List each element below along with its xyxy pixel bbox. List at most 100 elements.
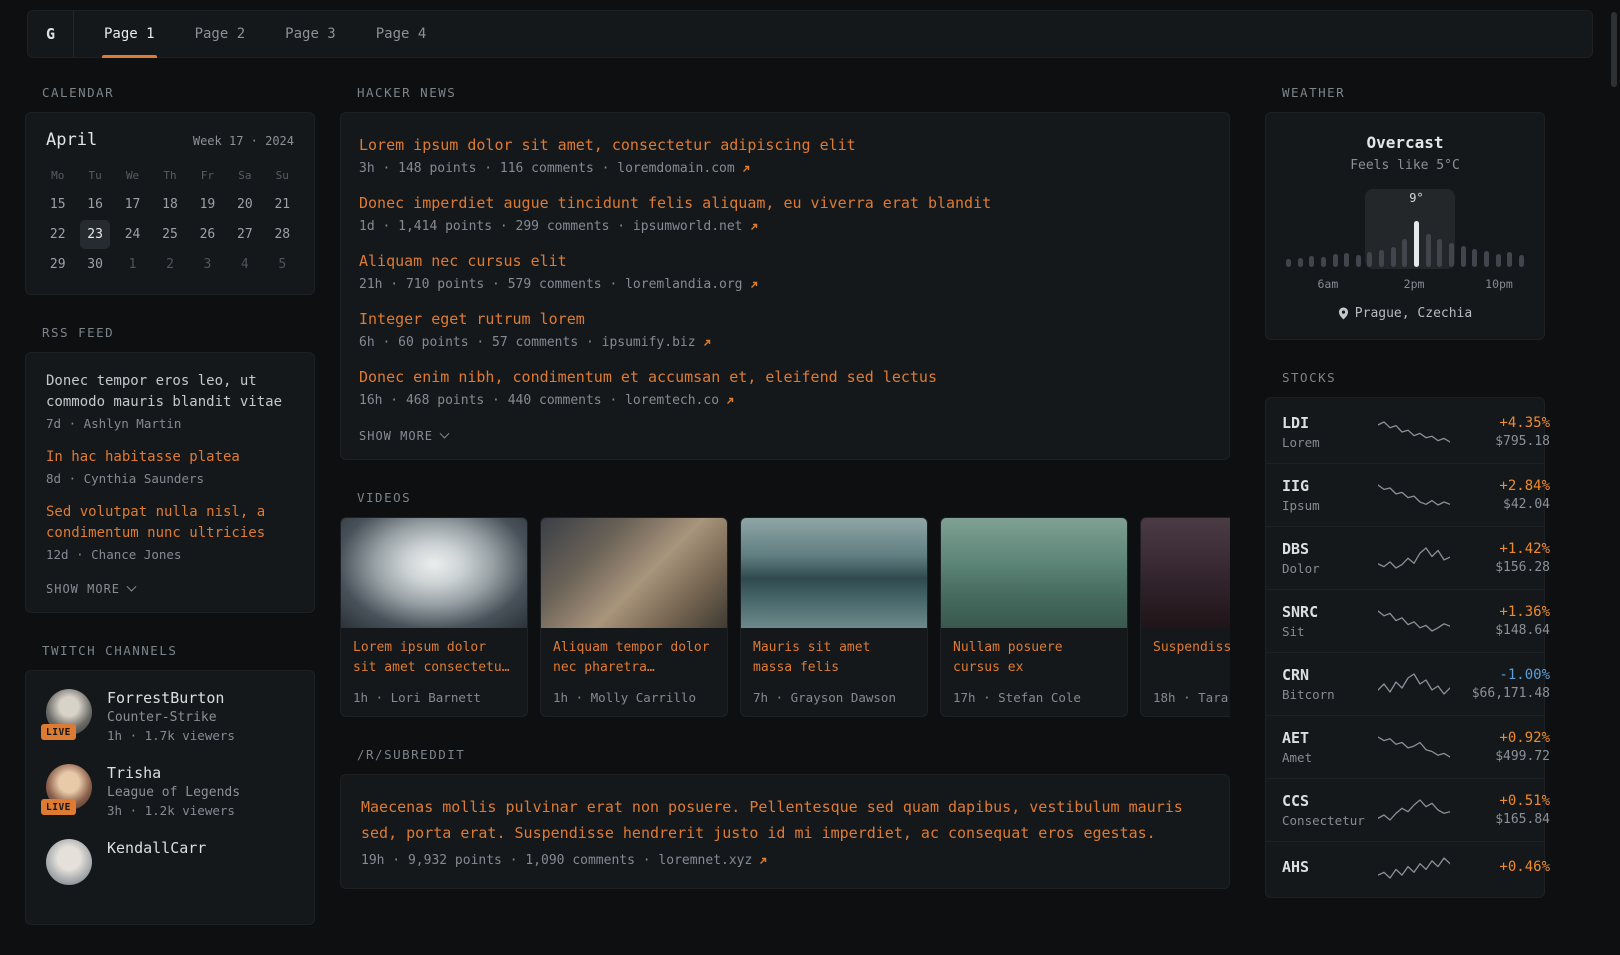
- video-thumbnail: [341, 518, 527, 628]
- rss-item[interactable]: Donec tempor eros leo, ut commodo mauris…: [46, 371, 294, 431]
- calendar-weekday: We: [114, 162, 151, 189]
- rss-item[interactable]: In hac habitasse platea 8d · Cynthia Sau…: [46, 447, 294, 486]
- calendar-day: 4: [230, 250, 260, 279]
- calendar-weekday: Su: [264, 162, 301, 189]
- rss-item-meta: 7d · Ashlyn Martin: [46, 416, 294, 431]
- weather-widget: WEATHER Overcast Feels like 5°C 9° 6am 2…: [1265, 85, 1545, 340]
- calendar-weekday: Fr: [189, 162, 226, 189]
- stock-symbol: AET: [1282, 729, 1378, 747]
- external-link-icon: [758, 856, 768, 866]
- tab-page-1[interactable]: Page 1: [84, 11, 175, 57]
- stock-row[interactable]: IIG Ipsum +2.84% $42.04: [1266, 463, 1544, 526]
- stock-symbol: CRN: [1282, 666, 1378, 684]
- stock-row[interactable]: AHS +0.46%: [1266, 841, 1544, 894]
- calendar-day: 28: [267, 220, 297, 249]
- stock-row[interactable]: AET Amet +0.92% $499.72: [1266, 715, 1544, 778]
- tab-label: Page 2: [195, 26, 246, 42]
- video-card[interactable]: Nullam posuere cursus ex 17h · Stefan Co…: [940, 517, 1128, 717]
- twitch-channel[interactable]: LIVE Trisha League of Legends 3h · 1.2k …: [46, 764, 294, 818]
- stock-name: Amet: [1282, 750, 1378, 765]
- story-link[interactable]: Aliquam nec cursus elit: [359, 251, 1211, 272]
- stock-row[interactable]: SNRC Sit +1.36% $148.64: [1266, 589, 1544, 652]
- stock-symbol: CCS: [1282, 792, 1378, 810]
- stock-change: +4.35%: [1450, 415, 1550, 431]
- stock-change: +1.36%: [1450, 604, 1550, 620]
- section-title-hackernews: HACKER NEWS: [357, 85, 1230, 100]
- video-card[interactable]: Aliquam tempor dolor nec pharetra… 1h · …: [540, 517, 728, 717]
- stock-sparkline: [1378, 734, 1450, 760]
- section-title-stocks: STOCKS: [1282, 370, 1545, 385]
- show-more-button[interactable]: SHOW MORE: [359, 425, 448, 445]
- tab-page-4[interactable]: Page 4: [356, 11, 447, 57]
- section-title-twitch: TWITCH CHANNELS: [42, 643, 315, 658]
- stock-name: Dolor: [1282, 561, 1378, 576]
- video-meta: 1h · Lori Barnett: [353, 690, 515, 705]
- chevron-down-icon: [440, 428, 450, 438]
- video-title: Mauris sit amet massa felis: [753, 638, 915, 678]
- stock-sparkline: [1378, 797, 1450, 823]
- channel-name: KendallCarr: [107, 839, 206, 857]
- twitch-widget: TWITCH CHANNELS LIVE ForrestBurton Count…: [25, 643, 315, 925]
- stock-change: -1.00%: [1450, 667, 1550, 683]
- twitch-card: LIVE ForrestBurton Counter-Strike 1h · 1…: [25, 670, 315, 925]
- tab-label: Page 4: [376, 26, 427, 42]
- show-more-label: SHOW MORE: [359, 429, 433, 443]
- stock-name: Sit: [1282, 624, 1378, 639]
- scrollbar-thumb[interactable]: [1611, 12, 1617, 87]
- video-thumbnail: [941, 518, 1127, 628]
- weather-time-axis: 6am 2pm 10pm: [1286, 277, 1524, 292]
- stocks-card: LDI Lorem +4.35% $795.18 IIG Ipsum: [1265, 397, 1545, 898]
- left-column: CALENDAR April Week 17 · 2024 MoTuWeThFr…: [25, 85, 315, 955]
- subreddit-widget: /R/SUBREDDIT Maecenas mollis pulvinar er…: [340, 747, 1230, 889]
- video-card[interactable]: Mauris sit amet massa felis 7h · Grayson…: [740, 517, 928, 717]
- location-label: Prague, Czechia: [1355, 306, 1472, 321]
- time-label: 10pm: [1485, 277, 1513, 291]
- hackernews-item: Donec enim nibh, condimentum et accumsan…: [359, 367, 1211, 408]
- rss-item-meta: 8d · Cynthia Saunders: [46, 471, 294, 486]
- story-link[interactable]: Integer eget rutrum lorem: [359, 309, 1211, 330]
- section-title-weather: WEATHER: [1282, 85, 1545, 100]
- stock-row[interactable]: CCS Consectetur +0.51% $165.84: [1266, 778, 1544, 841]
- app-logo[interactable]: G: [28, 11, 74, 57]
- show-more-button[interactable]: SHOW MORE: [46, 578, 135, 598]
- stock-symbol: SNRC: [1282, 603, 1378, 621]
- weather-bar: [1402, 239, 1407, 267]
- stock-row[interactable]: CRN Bitcorn -1.00% $66,171.48: [1266, 652, 1544, 715]
- video-meta: 18h · Tara: [1153, 690, 1230, 705]
- weather-bar: [1484, 251, 1489, 267]
- chevron-down-icon: [127, 581, 137, 591]
- tab-label: Page 1: [104, 26, 155, 42]
- stock-sparkline: [1378, 545, 1450, 571]
- stock-row[interactable]: LDI Lorem +4.35% $795.18: [1266, 401, 1544, 463]
- tab-page-2[interactable]: Page 2: [175, 11, 266, 57]
- weather-bar: [1344, 253, 1349, 267]
- video-card[interactable]: Lorem ipsum dolor sit amet consectetu… 1…: [340, 517, 528, 717]
- story-link[interactable]: Lorem ipsum dolor sit amet, consectetur …: [359, 135, 1211, 156]
- video-card[interactable]: Suspendisse diam 18h · Tara: [1140, 517, 1230, 717]
- video-title: Lorem ipsum dolor sit amet consectetu…: [353, 638, 515, 678]
- video-meta: 17h · Stefan Cole: [953, 690, 1115, 705]
- video-title: Nullam posuere cursus ex: [953, 638, 1115, 678]
- story-link[interactable]: Donec enim nibh, condimentum et accumsan…: [359, 367, 1211, 388]
- calendar-day: 23: [80, 220, 110, 249]
- avatar: LIVE: [46, 764, 92, 810]
- twitch-channel[interactable]: KendallCarr: [46, 839, 294, 885]
- calendar-day: 21: [267, 190, 297, 219]
- rss-item-title: In hac habitasse platea: [46, 447, 294, 468]
- story-meta: 6h · 60 points · 57 comments · ipsumify.…: [359, 335, 696, 350]
- post-link[interactable]: Maecenas mollis pulvinar erat non posuer…: [361, 795, 1209, 846]
- rss-item[interactable]: Sed volutpat nulla nisl, a condimentum n…: [46, 502, 294, 562]
- twitch-channel[interactable]: LIVE ForrestBurton Counter-Strike 1h · 1…: [46, 689, 294, 743]
- video-meta: 7h · Grayson Dawson: [753, 690, 915, 705]
- story-link[interactable]: Donec imperdiet augue tincidunt felis al…: [359, 193, 1211, 214]
- external-link-icon: [749, 222, 759, 232]
- channel-category: League of Legends: [107, 785, 240, 800]
- stock-symbol: IIG: [1282, 477, 1378, 495]
- stock-symbol: AHS: [1282, 858, 1378, 876]
- stock-row[interactable]: DBS Dolor +1.42% $156.28: [1266, 526, 1544, 589]
- external-link-icon: [741, 164, 751, 174]
- rss-widget: RSS FEED Donec tempor eros leo, ut commo…: [25, 325, 315, 613]
- tab-page-3[interactable]: Page 3: [265, 11, 356, 57]
- calendar-day: 24: [118, 220, 148, 249]
- rss-card: Donec tempor eros leo, ut commodo mauris…: [25, 352, 315, 613]
